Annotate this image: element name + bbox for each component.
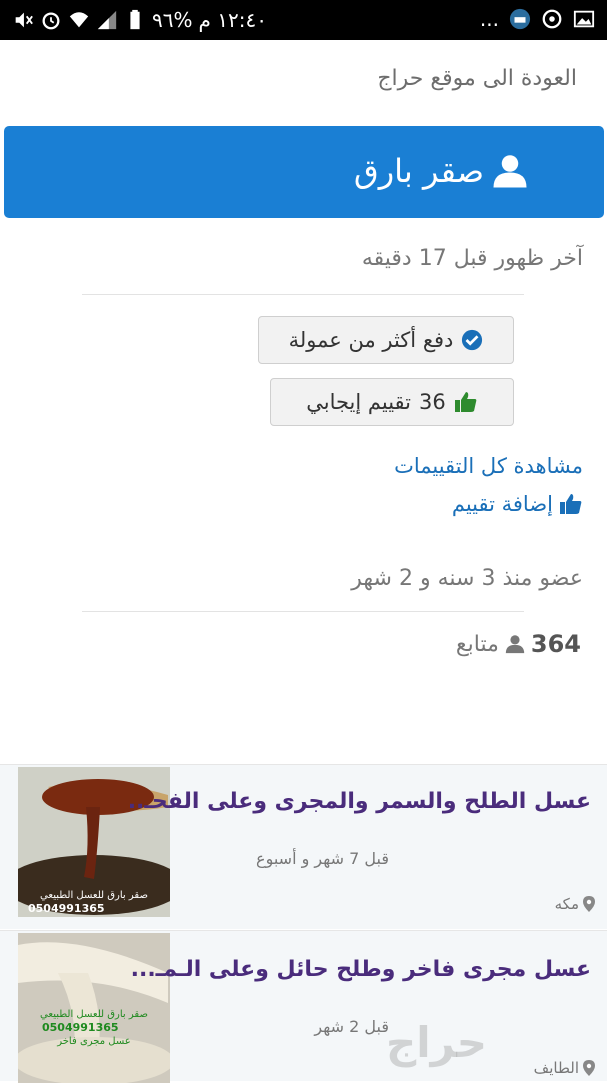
alarm-icon bbox=[42, 12, 60, 30]
listing-time: قبل 2 شهر bbox=[314, 1017, 389, 1036]
divider bbox=[82, 611, 524, 612]
listing-thumbnail[interactable]: صقر بارق للعسل الطبيعي 0504991365 عسل مج… bbox=[18, 933, 170, 1083]
paid-commission-badge: دفع أكثر من عمولة bbox=[258, 316, 514, 364]
thumbnail-phone: 0504991365 bbox=[28, 902, 105, 915]
listing-title[interactable]: عسل الطلح والسمر والمجرى وعلى الفحـ.. bbox=[128, 789, 591, 814]
creamed-honey-image bbox=[18, 933, 170, 1083]
positive-ratings-badge: 36 تقييم إيجابي bbox=[270, 378, 514, 426]
thumbnail-phone: 0504991365 bbox=[42, 1021, 119, 1034]
rating-label: تقييم إيجابي bbox=[306, 390, 412, 414]
last-seen: آخر ظهور قبل 17 دقيقه bbox=[361, 246, 583, 271]
add-rating-label: إضافة تقييم bbox=[451, 492, 553, 516]
user-icon bbox=[505, 635, 525, 654]
listing-city: مكه bbox=[555, 895, 595, 913]
listing-city: الطايف bbox=[534, 1059, 595, 1077]
followers[interactable]: 364 متابع bbox=[456, 630, 581, 658]
city-label: الطايف bbox=[533, 1059, 579, 1077]
sync-icon bbox=[542, 9, 562, 29]
listing-item[interactable]: صقر بارق للعسل الطبيعي 0504991365 عسل مج… bbox=[0, 930, 607, 1083]
thumbs-up-icon bbox=[560, 494, 582, 514]
listing-time: قبل 7 شهر و أسبوع bbox=[256, 849, 389, 868]
location-pin-icon bbox=[583, 896, 595, 912]
rating-count: 36 bbox=[419, 390, 446, 414]
followers-label: متابع bbox=[455, 631, 499, 657]
profile-name: صقر بارق bbox=[353, 152, 484, 190]
view-all-ratings-link[interactable]: مشاهدة كل التقييمات bbox=[394, 454, 583, 478]
profile-header[interactable]: صقر بارق bbox=[4, 126, 604, 218]
thumbnail-shop-text: صقر بارق للعسل الطبيعي bbox=[40, 1009, 148, 1020]
thumbnail-shop-text: صقر بارق للعسل الطبيعي bbox=[40, 890, 148, 901]
battery-percent: %٩٦ bbox=[152, 8, 193, 32]
wifi-icon bbox=[69, 12, 89, 28]
check-circle-icon bbox=[462, 329, 483, 351]
divider bbox=[82, 294, 524, 295]
signal-icon bbox=[97, 10, 117, 30]
listing-item[interactable]: صقر بارق للعسل الطبيعي 0504991365 عسل ال… bbox=[0, 764, 607, 929]
haraj-watermark: حراج bbox=[386, 1018, 488, 1067]
back-to-haraj-link[interactable]: العودة الى موقع حراج bbox=[377, 66, 577, 91]
status-right: ... bbox=[480, 7, 595, 31]
listing-title[interactable]: عسل مجرى فاخر وطلح حائل وعلى الـمـ... bbox=[131, 957, 591, 982]
paid-badge-label: دفع أكثر من عمولة bbox=[288, 328, 454, 352]
city-label: مكه bbox=[554, 895, 579, 913]
mute-icon bbox=[15, 12, 33, 28]
add-rating-link[interactable]: إضافة تقييم bbox=[452, 492, 583, 516]
user-icon bbox=[493, 155, 527, 188]
app-notification-icon bbox=[509, 8, 531, 30]
thumbs-up-icon bbox=[454, 392, 477, 412]
view-all-ratings-label: مشاهدة كل التقييمات bbox=[394, 454, 583, 478]
more-indicator: ... bbox=[479, 7, 499, 31]
status-left: ١٢:٤٠ م %٩٦ bbox=[12, 8, 267, 32]
thumbnail-caption: عسل مجرى فاخر bbox=[57, 1036, 131, 1047]
location-pin-icon bbox=[583, 1060, 595, 1076]
image-icon bbox=[573, 10, 595, 28]
clock: ١٢:٤٠ م bbox=[198, 8, 267, 32]
followers-count: 364 bbox=[530, 630, 581, 658]
battery-icon bbox=[130, 9, 140, 30]
member-since: عضو منذ 3 سنه و 2 شهر bbox=[351, 566, 583, 591]
status-bar: ١٢:٤٠ م %٩٦ ... bbox=[0, 0, 607, 40]
